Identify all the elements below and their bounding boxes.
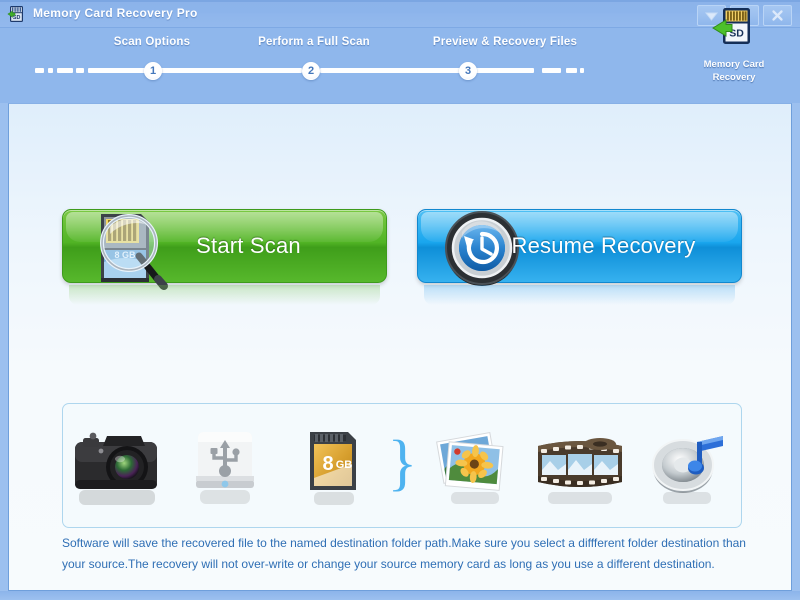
logo-line-2: Recovery xyxy=(712,72,756,83)
track-dash xyxy=(580,68,584,73)
track-dash xyxy=(48,68,53,73)
frame-right xyxy=(792,103,800,593)
frame-left xyxy=(0,103,8,593)
flow-separator-brace: } xyxy=(387,428,418,497)
step-label-2: Perform a Full Scan xyxy=(258,36,370,48)
track-dash xyxy=(566,68,577,73)
window-title: Memory Card Recovery Pro xyxy=(33,6,198,20)
sd-card-icon: SD xyxy=(7,5,26,23)
title-bar: SD Memory Card Recovery Pro xyxy=(0,0,800,28)
film-strip-icon xyxy=(538,437,623,504)
svg-text:SD: SD xyxy=(13,15,21,21)
sd-card-recovery-icon: SD xyxy=(712,8,750,44)
track-solid xyxy=(88,68,148,73)
media-types-panel: 8 GB } xyxy=(62,403,742,528)
step-node-2[interactable]: 2 xyxy=(302,62,320,80)
step-node-1[interactable]: 1 xyxy=(144,62,162,80)
step-node-3[interactable]: 3 xyxy=(459,62,477,80)
audio-speaker-icon xyxy=(652,435,724,504)
frame-bottom xyxy=(0,591,800,600)
step-labels: Scan Options Perform a Full Scan Preview… xyxy=(0,36,800,54)
step-label-3: Preview & Recovery Files xyxy=(432,36,578,48)
application-window: SD Memory Card Recovery Pro Scan Options… xyxy=(0,0,800,600)
footer-note: Software will save the recovered file to… xyxy=(62,536,746,571)
usb-drive-icon xyxy=(195,431,254,504)
start-scan-button[interactable]: 8 GB Start Scan xyxy=(62,209,387,305)
media-target-videos[interactable] xyxy=(527,404,634,527)
media-source-usb-drive[interactable] xyxy=(171,404,278,527)
media-source-camera[interactable] xyxy=(63,404,171,527)
track-solid xyxy=(320,68,460,73)
title-bar-top-edge xyxy=(0,0,800,2)
media-target-photos[interactable] xyxy=(419,404,526,527)
step-progress-bar: Scan Options Perform a Full Scan Preview… xyxy=(0,8,800,103)
sd-capacity-unit: GB xyxy=(336,459,353,471)
media-target-audio[interactable] xyxy=(634,404,741,527)
media-icon-row: 8 GB } xyxy=(63,404,741,527)
track-solid xyxy=(476,68,534,73)
resume-recovery-label: Resume Recovery xyxy=(511,233,696,258)
media-source-sd-card[interactable]: 8 GB xyxy=(278,404,385,527)
sd-card-icon: 8 GB xyxy=(309,431,356,505)
track-dash xyxy=(35,68,44,73)
track-dash xyxy=(76,68,84,73)
step-track: 1 2 3 xyxy=(0,62,800,80)
track-dash xyxy=(57,68,73,73)
logo-line-1: Memory Card xyxy=(703,59,765,70)
memory-card-recovery-logo[interactable]: SD Memory Card Recovery xyxy=(695,4,773,83)
resume-recovery-button[interactable]: Resume Recovery xyxy=(417,209,742,305)
photos-icon xyxy=(436,431,504,504)
track-dash xyxy=(542,68,561,73)
step-label-1: Scan Options xyxy=(113,36,191,48)
track-solid xyxy=(158,68,302,73)
camera-icon xyxy=(75,432,157,505)
start-scan-label: Start Scan xyxy=(196,233,301,258)
sd-capacity-number: 8 xyxy=(322,453,333,475)
